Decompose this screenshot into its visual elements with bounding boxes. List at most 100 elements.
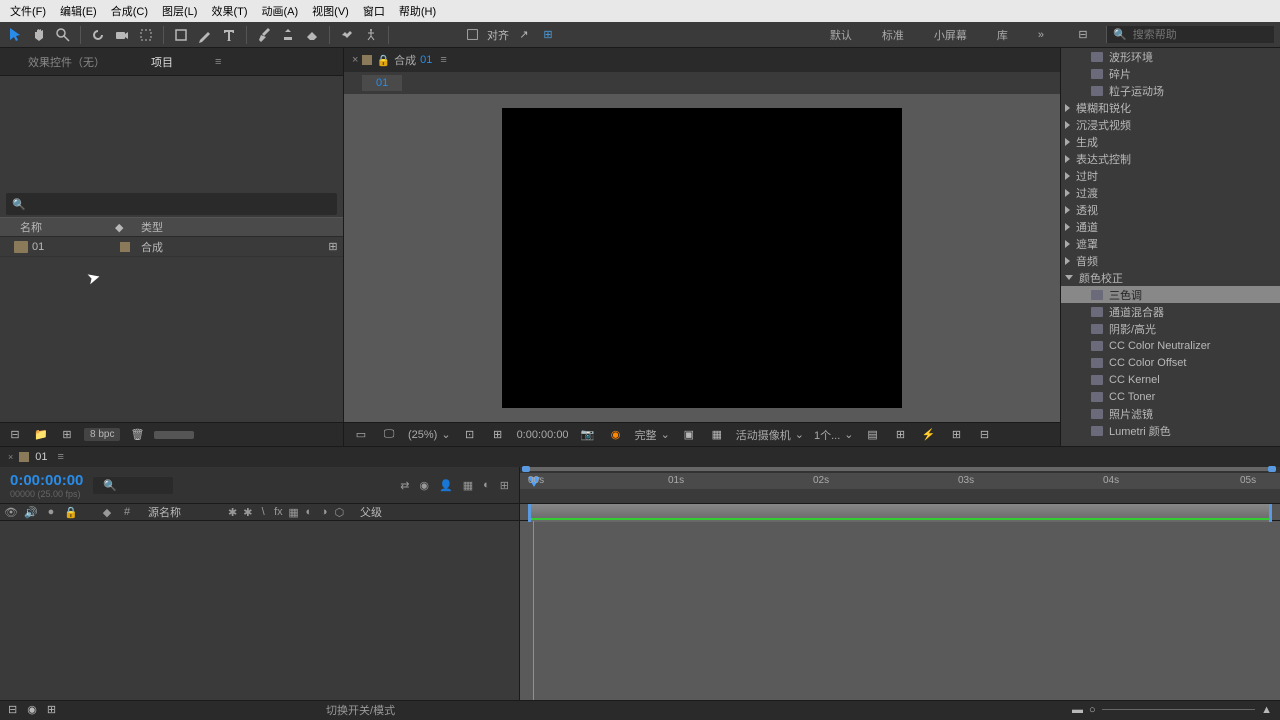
project-empty-area[interactable] bbox=[0, 257, 343, 422]
close-tab-icon[interactable]: × bbox=[352, 54, 358, 66]
project-search[interactable]: 🔍 bbox=[6, 193, 337, 215]
menu-help[interactable]: 帮助(H) bbox=[393, 1, 442, 21]
snap-grid-icon[interactable]: ⊞ bbox=[539, 26, 557, 44]
effect-item[interactable]: 碎片 bbox=[1061, 65, 1280, 82]
rotate-tool-icon[interactable] bbox=[89, 26, 107, 44]
workspace-library[interactable]: 库 bbox=[997, 27, 1008, 43]
snapshot-icon[interactable]: 📷 bbox=[579, 426, 597, 444]
comp-mini-flowchart-icon[interactable]: ⇄ bbox=[400, 479, 409, 492]
eraser-tool-icon[interactable] bbox=[303, 26, 321, 44]
new-folder-icon[interactable]: 📁 bbox=[32, 426, 50, 444]
menu-view[interactable]: 视图(V) bbox=[306, 1, 355, 21]
search-help-input[interactable] bbox=[1133, 29, 1253, 41]
pan-behind-tool-icon[interactable] bbox=[137, 26, 155, 44]
panel-menu-icon[interactable]: ≡ bbox=[215, 56, 221, 68]
new-comp-icon[interactable]: ⊞ bbox=[58, 426, 76, 444]
toggle-switches-icon[interactable]: ⊟ bbox=[8, 703, 17, 716]
interpret-footage-icon[interactable]: ⊟ bbox=[6, 426, 24, 444]
workspace-standard[interactable]: 标准 bbox=[882, 27, 904, 43]
resolution-toggle-icon[interactable]: ⊡ bbox=[461, 426, 479, 444]
search-help[interactable]: 🔍 bbox=[1106, 26, 1274, 43]
timeline-search[interactable]: 🔍 bbox=[93, 477, 173, 494]
workspace-default[interactable]: 默认 bbox=[830, 27, 852, 43]
magnification-icon[interactable]: ▭ bbox=[352, 426, 370, 444]
transparency-grid-icon[interactable]: ▦ bbox=[708, 426, 726, 444]
channel-icon[interactable]: ◉ bbox=[607, 426, 625, 444]
effect-item[interactable]: CC Toner bbox=[1061, 388, 1280, 405]
timeline-tab[interactable]: × 01 ≡ bbox=[8, 451, 64, 463]
menu-effect[interactable]: 效果(T) bbox=[205, 1, 253, 21]
video-col-icon[interactable]: 👁 bbox=[4, 506, 18, 519]
solo-col-icon[interactable]: ● bbox=[44, 506, 58, 518]
brush-tool-icon[interactable] bbox=[255, 26, 273, 44]
label-col-icon[interactable]: ◆ bbox=[100, 506, 114, 519]
audio-col-icon[interactable]: 🔊 bbox=[24, 506, 38, 519]
effect-category[interactable]: 通道 bbox=[1061, 218, 1280, 235]
zoom-out-icon[interactable]: ▬ bbox=[1072, 704, 1083, 716]
snap-checkbox-icon[interactable] bbox=[463, 26, 481, 44]
views-dropdown[interactable]: 1个... ⌄ bbox=[814, 427, 854, 443]
pen-tool-icon[interactable] bbox=[196, 26, 214, 44]
zoom-tool-icon[interactable] bbox=[54, 26, 72, 44]
menu-file[interactable]: 文件(F) bbox=[4, 1, 52, 21]
bpc-button[interactable]: 8 bpc bbox=[84, 428, 120, 441]
hide-shy-icon[interactable]: 👤 bbox=[439, 479, 453, 492]
zoom-in-icon[interactable]: ▲ bbox=[1261, 704, 1272, 716]
quality-switch-icon[interactable]: fx bbox=[272, 506, 285, 519]
current-time-display[interactable]: 0:00:00:00 bbox=[10, 472, 83, 489]
current-time[interactable]: 0:00:00:00 bbox=[517, 429, 569, 441]
timeline-zoom-slider[interactable]: ▬ ○ ▲ bbox=[1072, 704, 1272, 716]
graph-editor-icon[interactable]: ⊞ bbox=[500, 479, 509, 492]
project-tab[interactable]: 项目 bbox=[143, 50, 181, 74]
menu-layer[interactable]: 图层(L) bbox=[156, 1, 203, 21]
comp-menu-icon[interactable]: ≡ bbox=[440, 54, 446, 66]
viewer-area[interactable] bbox=[344, 94, 1060, 422]
effect-item[interactable]: 通道混合器 bbox=[1061, 303, 1280, 320]
effect-category[interactable]: 沉浸式视频 bbox=[1061, 116, 1280, 133]
effect-item[interactable]: 波形环境 bbox=[1061, 48, 1280, 65]
effect-category[interactable]: 音频 bbox=[1061, 252, 1280, 269]
zoom-dropdown[interactable]: (25%) ⌄ bbox=[408, 428, 451, 441]
toggle-switches-modes[interactable]: 切换开关/模式 bbox=[326, 702, 395, 718]
flowchart-nav[interactable]: 01 bbox=[362, 75, 402, 91]
effect-item[interactable]: 粒子运动场 bbox=[1061, 82, 1280, 99]
roto-brush-tool-icon[interactable] bbox=[338, 26, 356, 44]
draft-3d-icon[interactable]: ◉ bbox=[419, 479, 429, 492]
menu-composition[interactable]: 合成(C) bbox=[105, 1, 154, 21]
effect-item[interactable]: CC Color Neutralizer bbox=[1061, 337, 1280, 354]
timeline-icon[interactable]: ⊞ bbox=[948, 426, 966, 444]
effect-item[interactable]: 照片滤镜 bbox=[1061, 405, 1280, 422]
effect-category[interactable]: 生成 bbox=[1061, 133, 1280, 150]
composition-canvas[interactable] bbox=[502, 108, 902, 408]
index-col[interactable]: # bbox=[120, 506, 134, 518]
menu-animation[interactable]: 动画(A) bbox=[256, 1, 305, 21]
flowchart-view-icon[interactable]: ⊟ bbox=[976, 426, 994, 444]
effect-category[interactable]: 过渡 bbox=[1061, 184, 1280, 201]
rectangle-tool-icon[interactable] bbox=[172, 26, 190, 44]
safe-zones-icon[interactable]: ⊞ bbox=[489, 426, 507, 444]
motion-blur-icon[interactable]: ◐ bbox=[483, 479, 490, 492]
expand-icon[interactable]: ⊞ bbox=[47, 703, 56, 716]
time-ruler[interactable]: 00s 01s 02s 03s 04s 05s bbox=[520, 473, 1280, 489]
monitor-icon[interactable]: 🖵 bbox=[380, 426, 398, 444]
effect-item[interactable]: 阴影/高光 bbox=[1061, 320, 1280, 337]
clone-stamp-tool-icon[interactable] bbox=[279, 26, 297, 44]
3d-switch-icon[interactable]: ⬡ bbox=[333, 506, 346, 519]
view-options-icon[interactable]: ▤ bbox=[864, 426, 882, 444]
workspace-reset-icon[interactable]: ⊟ bbox=[1074, 26, 1092, 44]
effect-controls-tab[interactable]: 效果控件（无） bbox=[20, 50, 113, 74]
adjustment-switch-icon[interactable]: ◑ bbox=[318, 506, 331, 519]
effect-item[interactable]: CC Kernel bbox=[1061, 371, 1280, 388]
frame-blend-icon[interactable]: ▦ bbox=[463, 479, 473, 492]
fast-preview-icon[interactable]: ⚡ bbox=[920, 426, 938, 444]
hand-tool-icon[interactable] bbox=[30, 26, 48, 44]
camera-dropdown[interactable]: 活动摄像机 ⌄ bbox=[736, 427, 804, 443]
resolution-dropdown[interactable]: 完整 ⌄ bbox=[635, 427, 670, 443]
timeline-menu-icon[interactable]: ≡ bbox=[58, 451, 64, 463]
effect-category[interactable]: 过时 bbox=[1061, 167, 1280, 184]
project-item[interactable]: 01 合成 ⊞ bbox=[0, 237, 343, 257]
frame-blend-switch-icon[interactable]: ▦ bbox=[287, 506, 300, 519]
flowchart-icon[interactable]: ⊞ bbox=[323, 240, 343, 253]
shy-switch-icon[interactable]: ✱ bbox=[226, 506, 239, 519]
close-tab-icon[interactable]: × bbox=[8, 452, 13, 462]
